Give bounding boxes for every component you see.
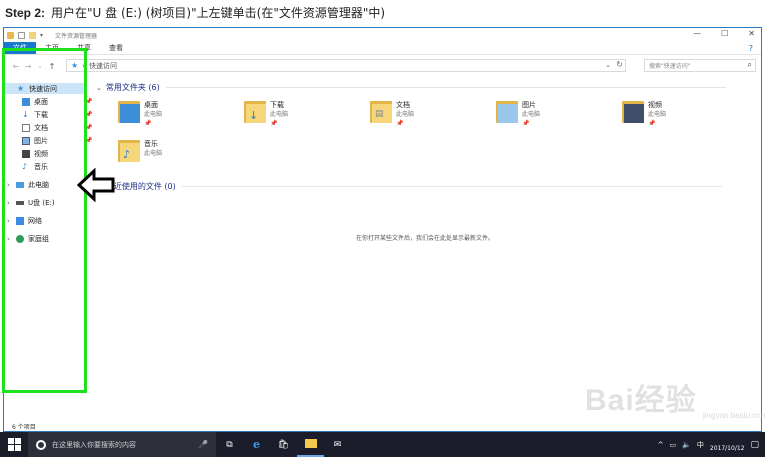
- minimize-button[interactable]: —: [693, 29, 701, 38]
- pin-icon: 📌: [522, 120, 530, 127]
- volume-icon[interactable]: 🔈: [682, 441, 691, 449]
- folder-tile-videos[interactable]: 视频此电脑 📌: [622, 98, 732, 132]
- content-pane: ⌄ 常用文件夹 (6) 桌面此电脑 📌 ↓ 下载此电脑 📌 ▤ 文档此电脑 📌 图片此…: [96, 80, 756, 420]
- folder-icon: ▤: [370, 98, 392, 124]
- recent-files-header[interactable]: ⌄ 最近使用的文件 (0): [96, 181, 722, 192]
- explorer-app-icon: [7, 31, 14, 39]
- divider: [181, 186, 722, 187]
- new-folder-icon[interactable]: [29, 31, 36, 39]
- document-icon: ▤: [375, 109, 384, 119]
- folder-location: 此电脑: [396, 111, 415, 118]
- title-bar: ▾ 文件资源管理器 — ☐ ✕: [4, 28, 761, 42]
- folder-name: 桌面: [144, 101, 158, 109]
- step-number: Step 2:: [5, 6, 46, 20]
- taskbar-search-placeholder: 在这里输入你要搜索的内容: [52, 440, 136, 449]
- clock-date: 2017/10/12: [709, 444, 745, 452]
- tab-view[interactable]: 查看: [100, 42, 132, 54]
- address-bar[interactable]: ★ › 快速访问 ⌄ ↻: [66, 59, 626, 72]
- pin-icon: 📌: [144, 120, 152, 127]
- folder-name: 图片: [522, 101, 536, 109]
- highlight-box: [2, 48, 87, 393]
- folder-location: 此电脑: [648, 111, 667, 118]
- refresh-icon[interactable]: ↻: [616, 60, 623, 69]
- pin-icon: 📌: [396, 120, 404, 127]
- window-controls: — ☐ ✕: [693, 29, 755, 38]
- divider: [165, 87, 726, 88]
- microphone-icon[interactable]: 🎤: [198, 440, 208, 449]
- maximize-button[interactable]: ☐: [721, 29, 728, 38]
- start-button[interactable]: [0, 432, 28, 457]
- folder-name: 下载: [270, 101, 284, 109]
- folder-icon: [496, 98, 518, 124]
- baidu-watermark: Bai经验 jingyan.baidu.com: [585, 375, 765, 430]
- clock-time: [726, 437, 728, 445]
- network-tray-icon[interactable]: ▭: [670, 441, 677, 449]
- download-icon: ↓: [249, 109, 259, 122]
- search-placeholder: 搜索"快速访问": [649, 63, 691, 70]
- windows-logo-icon: [7, 438, 21, 451]
- properties-icon[interactable]: [18, 31, 25, 39]
- clock[interactable]: 2017/10/12: [710, 437, 745, 453]
- pin-icon: 📌: [270, 120, 278, 127]
- cortana-icon: [36, 439, 46, 450]
- window-title: 文件资源管理器: [55, 32, 98, 40]
- group-title: 常用文件夹 (6): [105, 83, 160, 92]
- group-title: 最近使用的文件 (0): [105, 182, 176, 191]
- folder-location: 此电脑: [144, 111, 163, 118]
- chevron-up-icon[interactable]: ^: [658, 441, 664, 449]
- folder-tile-downloads[interactable]: ↓ 下载此电脑 📌: [244, 98, 354, 132]
- folder-icon: ↓: [244, 98, 266, 124]
- ribbon-tabs: 文件 主页 共享 查看 ?: [4, 42, 761, 55]
- folder-icon: ♪: [118, 137, 140, 163]
- empty-recent-message: 在你打开某些文件后，我们会在此处显示最新文件。: [356, 235, 495, 242]
- folder-icon: [118, 98, 140, 124]
- folder-location: 此电脑: [270, 111, 289, 118]
- address-row: ← → ⌄ ↑ ★ › 快速访问 ⌄ ↻ 搜索"快速访问" ⌕: [4, 58, 761, 74]
- taskbar-search[interactable]: 在这里输入你要搜索的内容 🎤: [28, 432, 216, 457]
- folder-location: 此电脑: [522, 111, 541, 118]
- customize-toolbar-icon[interactable]: ▾: [40, 32, 47, 39]
- screenshot-root: Step 2: 用户在"U 盘 (E:) (树项目)"上左键单击(在"文件资源管理…: [0, 0, 765, 457]
- frequent-folders-header[interactable]: ⌄ 常用文件夹 (6): [96, 82, 726, 93]
- taskbar: 在这里输入你要搜索的内容 🎤 ⧉ e 🛍 ✉ ^ ▭ 🔈 中 2017/10/1…: [0, 432, 765, 457]
- pointer-arrow-icon: [76, 168, 115, 202]
- file-explorer-taskbar-icon[interactable]: [297, 432, 324, 457]
- address-path: 快速访问: [88, 61, 117, 70]
- notification-icon[interactable]: ▢: [750, 440, 759, 450]
- music-icon: ♪: [123, 148, 131, 161]
- folder-name: 音乐: [144, 140, 158, 148]
- search-icon[interactable]: ⌕: [748, 60, 752, 70]
- help-button[interactable]: ?: [749, 42, 761, 54]
- watermark-url: jingyan.baidu.com: [703, 411, 765, 420]
- folder-location: 此电脑: [144, 150, 163, 157]
- edge-browser-icon[interactable]: e: [243, 432, 270, 457]
- store-icon[interactable]: 🛍: [270, 432, 297, 457]
- status-bar-count: 6 个项目: [12, 424, 36, 431]
- step-caption: Step 2: 用户在"U 盘 (E:) (树项目)"上左键单击(在"文件资源管理…: [5, 4, 385, 24]
- folder-tile-pictures[interactable]: 图片此电脑 📌: [496, 98, 606, 132]
- system-tray: ^ ▭ 🔈 中 2017/10/12 ▢: [658, 432, 759, 457]
- chevron-down-icon[interactable]: ⌄: [96, 84, 102, 92]
- file-explorer-window: ▾ 文件资源管理器 — ☐ ✕ 文件 主页 共享 查看 ? ← → ⌄ ↑ ★ …: [3, 27, 762, 432]
- folder-name: 文档: [396, 101, 410, 109]
- address-dropdown-icon[interactable]: ⌄: [605, 61, 611, 69]
- task-view-icon[interactable]: ⧉: [216, 432, 243, 457]
- pin-icon: 📌: [648, 120, 656, 127]
- folder-name: 视频: [648, 101, 662, 109]
- quick-access-toolbar: ▾: [4, 31, 47, 39]
- search-input[interactable]: 搜索"快速访问" ⌕: [644, 59, 756, 72]
- folder-tile-desktop[interactable]: 桌面此电脑 📌: [118, 98, 228, 132]
- input-language[interactable]: 中: [697, 440, 704, 450]
- mail-icon[interactable]: ✉: [324, 432, 351, 457]
- step-text: 用户在"U 盘 (E:) (树项目)"上左键单击(在"文件资源管理器"中): [51, 6, 386, 20]
- folder-tile-music[interactable]: ♪ 音乐此电脑: [118, 137, 228, 171]
- folder-icon: [622, 98, 644, 124]
- folder-tile-documents[interactable]: ▤ 文档此电脑 📌: [370, 98, 480, 132]
- close-button[interactable]: ✕: [748, 29, 755, 38]
